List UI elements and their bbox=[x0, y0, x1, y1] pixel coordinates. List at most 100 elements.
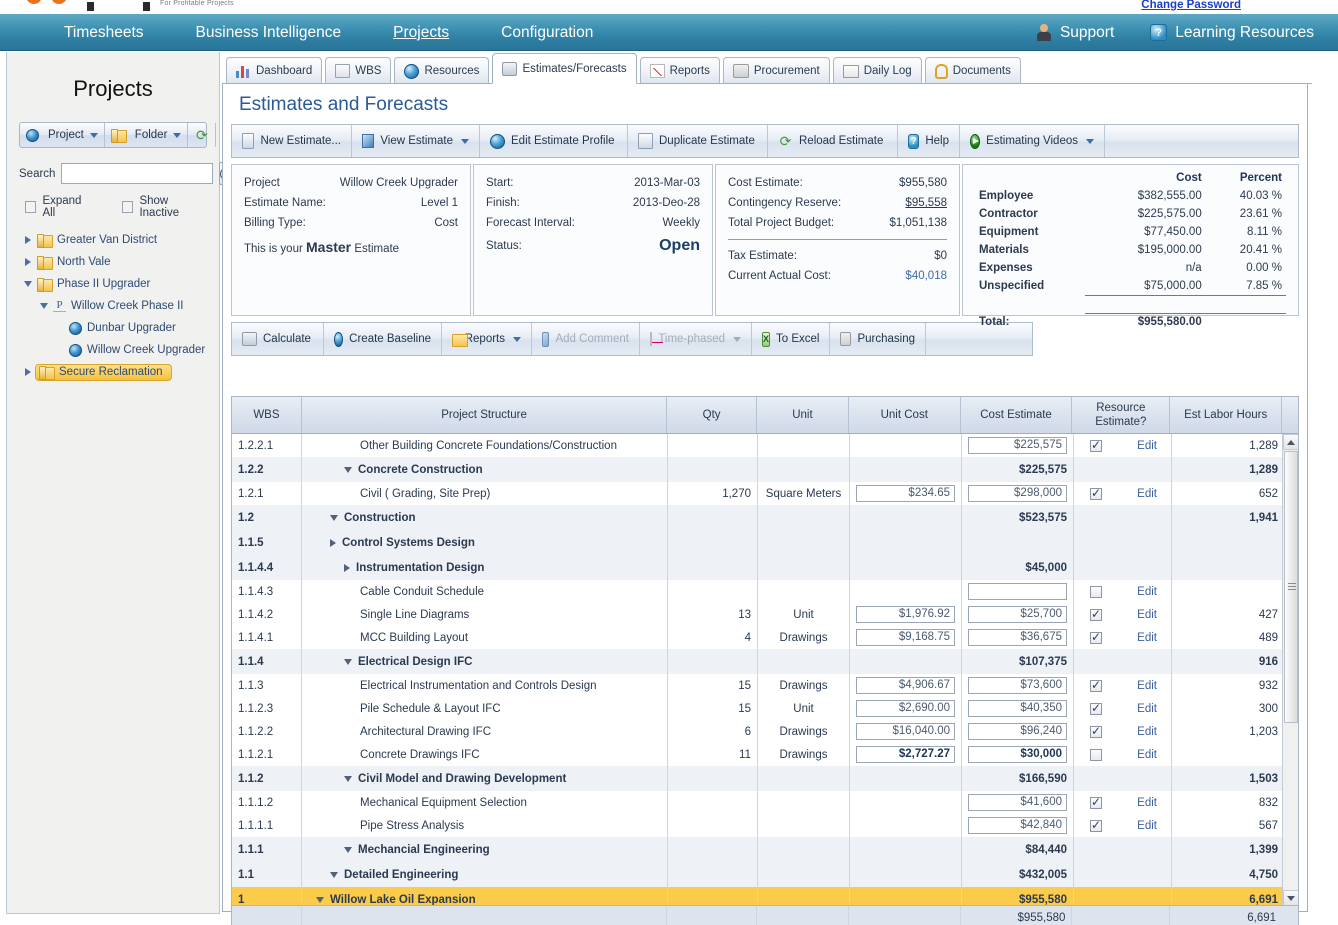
tab-documents[interactable]: Documents bbox=[924, 57, 1021, 84]
table-row[interactable]: 1.2.1 Civil ( Grading, Site Prep) 1,270 Squ… bbox=[232, 482, 1298, 505]
edit-link[interactable]: Edit bbox=[1137, 749, 1157, 761]
table-row[interactable]: 1.1 Detailed Engineering $432,005 4,750 bbox=[232, 862, 1298, 887]
col-header-project-structure[interactable]: Project Structure bbox=[302, 397, 668, 433]
tree-item-greater-van-district[interactable]: Greater Van District bbox=[7, 229, 219, 251]
resource-estimate-checkbox[interactable] bbox=[1090, 818, 1102, 832]
edit-estimate-profile-button[interactable]: Edit Estimate Profile bbox=[480, 125, 628, 157]
nav-item-timesheets[interactable]: Timesheets bbox=[38, 14, 170, 51]
table-row[interactable]: 1.1.1.2 Mechanical Equipment Selection $41… bbox=[232, 791, 1298, 814]
tree-item-secure-reclamation[interactable]: Secure Reclamation bbox=[7, 361, 219, 383]
edit-link[interactable]: Edit bbox=[1137, 586, 1157, 598]
new-estimate-button[interactable]: New Estimate... bbox=[232, 125, 352, 157]
chevron-down-icon[interactable] bbox=[344, 775, 352, 782]
tree-item-phase-ii-upgrader[interactable]: Phase II Upgrader bbox=[7, 273, 219, 295]
col-header-qty[interactable]: Qty bbox=[667, 397, 758, 433]
chevron-right-icon[interactable] bbox=[21, 236, 35, 244]
scrollbar-thumb[interactable] bbox=[1284, 451, 1298, 723]
expand-all-checkbox[interactable] bbox=[25, 201, 37, 213]
resource-estimate-checkbox[interactable] bbox=[1090, 607, 1102, 621]
tree-item-willow-creek-upgrader[interactable]: Willow Creek Upgrader bbox=[7, 339, 219, 361]
tab-dashboard[interactable]: Dashboard bbox=[226, 57, 323, 84]
chevron-down-icon[interactable] bbox=[330, 871, 338, 878]
table-row[interactable]: 1.1.1.1 Pipe Stress Analysis $42,840 Edit 56… bbox=[232, 814, 1298, 837]
create-baseline-button[interactable]: Create Baseline bbox=[324, 323, 442, 355]
tab-resources[interactable]: Resources bbox=[394, 57, 490, 84]
cost-estimate-input[interactable]: $36,675 bbox=[968, 629, 1067, 646]
table-row[interactable]: 1.1.2 Civil Model and Drawing Development… bbox=[232, 766, 1298, 791]
edit-link[interactable]: Edit bbox=[1137, 632, 1157, 644]
resource-estimate-checkbox[interactable] bbox=[1090, 630, 1102, 644]
edit-link[interactable]: Edit bbox=[1137, 680, 1157, 692]
table-row[interactable]: 1.1.2.1 Concrete Drawings IFC 11 Drawings $2… bbox=[232, 743, 1298, 766]
sidebar-refresh-button[interactable]: ⟳ bbox=[188, 123, 217, 147]
unit-cost-input[interactable]: $1,976.92 bbox=[856, 606, 955, 623]
unit-cost-input[interactable]: $2,690.00 bbox=[856, 700, 955, 717]
calculate-button[interactable]: Calculate bbox=[232, 323, 324, 355]
cost-estimate-input[interactable]: $96,240 bbox=[968, 723, 1067, 740]
change-password-link[interactable]: Change Password bbox=[1141, 0, 1241, 11]
resource-estimate-checkbox[interactable] bbox=[1090, 678, 1102, 692]
chevron-right-icon[interactable] bbox=[21, 368, 35, 376]
cost-estimate-input[interactable]: $73,600 bbox=[968, 677, 1067, 694]
search-input[interactable] bbox=[61, 163, 214, 184]
tab-procurement[interactable]: Procurement bbox=[722, 57, 830, 84]
chevron-right-icon[interactable] bbox=[330, 538, 336, 547]
edit-link[interactable]: Edit bbox=[1137, 488, 1157, 500]
table-row[interactable]: 1.1.4.2 Single Line Diagrams 13 Unit $1,976.… bbox=[232, 603, 1298, 626]
resource-estimate-checkbox[interactable] bbox=[1090, 585, 1102, 598]
tree-item-north-vale[interactable]: North Vale bbox=[7, 251, 219, 273]
cost-estimate-input[interactable]: $42,840 bbox=[968, 817, 1067, 834]
cost-estimate-input[interactable]: $40,350 bbox=[968, 700, 1067, 717]
tab-daily-log[interactable]: Daily Log bbox=[832, 57, 922, 84]
tab-reports[interactable]: Reports bbox=[639, 57, 720, 84]
cost-estimate-input[interactable]: $225,575 bbox=[968, 437, 1067, 454]
resource-estimate-checkbox[interactable] bbox=[1090, 438, 1102, 452]
sidebar-project-button[interactable]: Project bbox=[20, 123, 105, 147]
nav-item-business-intelligence[interactable]: Business Intelligence bbox=[170, 14, 368, 51]
table-row[interactable]: 1.1.3 Electrical Instrumentation and Cont… bbox=[232, 674, 1298, 697]
cost-estimate-input[interactable]: $30,000 bbox=[968, 746, 1067, 763]
unit-cost-input[interactable]: $16,040.00 bbox=[856, 723, 955, 740]
table-row[interactable]: 1.1.4 Electrical Design IFC $107,375 916 bbox=[232, 649, 1298, 674]
reload-estimate-button[interactable]: ⟳ Reload Estimate bbox=[768, 125, 898, 157]
table-row[interactable]: 1.1.4.4 Instrumentation Design $45,000 bbox=[232, 555, 1298, 580]
table-row[interactable]: 1.1.4.1 MCC Building Layout 4 Drawings $9,16… bbox=[232, 626, 1298, 649]
col-header-cost-estimate[interactable]: Cost Estimate bbox=[961, 397, 1073, 433]
purchasing-button[interactable]: Purchasing bbox=[830, 323, 926, 355]
edit-link[interactable]: Edit bbox=[1137, 609, 1157, 621]
table-row[interactable]: 1.1.5 Control Systems Design bbox=[232, 530, 1298, 555]
view-estimate-button[interactable]: View Estimate bbox=[352, 125, 480, 157]
resource-estimate-checkbox[interactable] bbox=[1090, 486, 1102, 500]
resource-estimate-checkbox[interactable] bbox=[1090, 724, 1102, 738]
grid-vertical-scrollbar[interactable] bbox=[1282, 434, 1298, 905]
edit-link[interactable]: Edit bbox=[1137, 820, 1157, 832]
edit-link[interactable]: Edit bbox=[1137, 726, 1157, 738]
duplicate-estimate-button[interactable]: Duplicate Estimate bbox=[628, 125, 768, 157]
nav-item-projects[interactable]: Projects bbox=[367, 14, 475, 51]
learning-resources-link[interactable]: ? Learning Resources bbox=[1150, 24, 1314, 42]
cost-estimate-input[interactable]: $25,700 bbox=[968, 606, 1067, 623]
col-header-est-labor-hours[interactable]: Est Labor Hours bbox=[1170, 397, 1283, 433]
table-row[interactable]: 1.1.4.3 Cable Conduit Schedule Edit bbox=[232, 580, 1298, 603]
chevron-down-icon[interactable] bbox=[21, 281, 35, 287]
table-row[interactable]: 1 Willow Lake Oil Expansion $955,580 6,691 bbox=[232, 887, 1298, 905]
chevron-down-icon[interactable] bbox=[330, 514, 338, 521]
chevron-down-icon[interactable] bbox=[344, 466, 352, 473]
tab-wbs[interactable]: WBS bbox=[325, 57, 392, 84]
cost-estimate-input[interactable]: $298,000 bbox=[968, 485, 1067, 502]
col-header-resource-estimate[interactable]: Resource Estimate? bbox=[1072, 397, 1171, 433]
cost-estimate-input[interactable] bbox=[968, 583, 1067, 600]
table-row[interactable]: 1.1.2.3 Pile Schedule & Layout IFC 15 Unit $… bbox=[232, 697, 1298, 720]
cost-estimate-input[interactable]: $41,600 bbox=[968, 794, 1067, 811]
tree-item-dunbar-upgrader[interactable]: Dunbar Upgrader bbox=[7, 317, 219, 339]
chevron-right-icon[interactable] bbox=[344, 563, 350, 572]
help-button[interactable]: ? Help bbox=[898, 125, 960, 157]
reports-button[interactable]: Reports bbox=[442, 323, 532, 355]
edit-link[interactable]: Edit bbox=[1137, 440, 1157, 452]
chevron-down-icon[interactable] bbox=[344, 658, 352, 665]
nav-item-configuration[interactable]: Configuration bbox=[475, 14, 619, 51]
resource-estimate-checkbox[interactable] bbox=[1090, 795, 1102, 809]
chevron-down-icon[interactable] bbox=[344, 846, 352, 853]
support-link[interactable]: Support bbox=[1036, 24, 1114, 42]
tree-item-willow-creek-phase-ii[interactable]: P Willow Creek Phase II bbox=[7, 295, 219, 317]
